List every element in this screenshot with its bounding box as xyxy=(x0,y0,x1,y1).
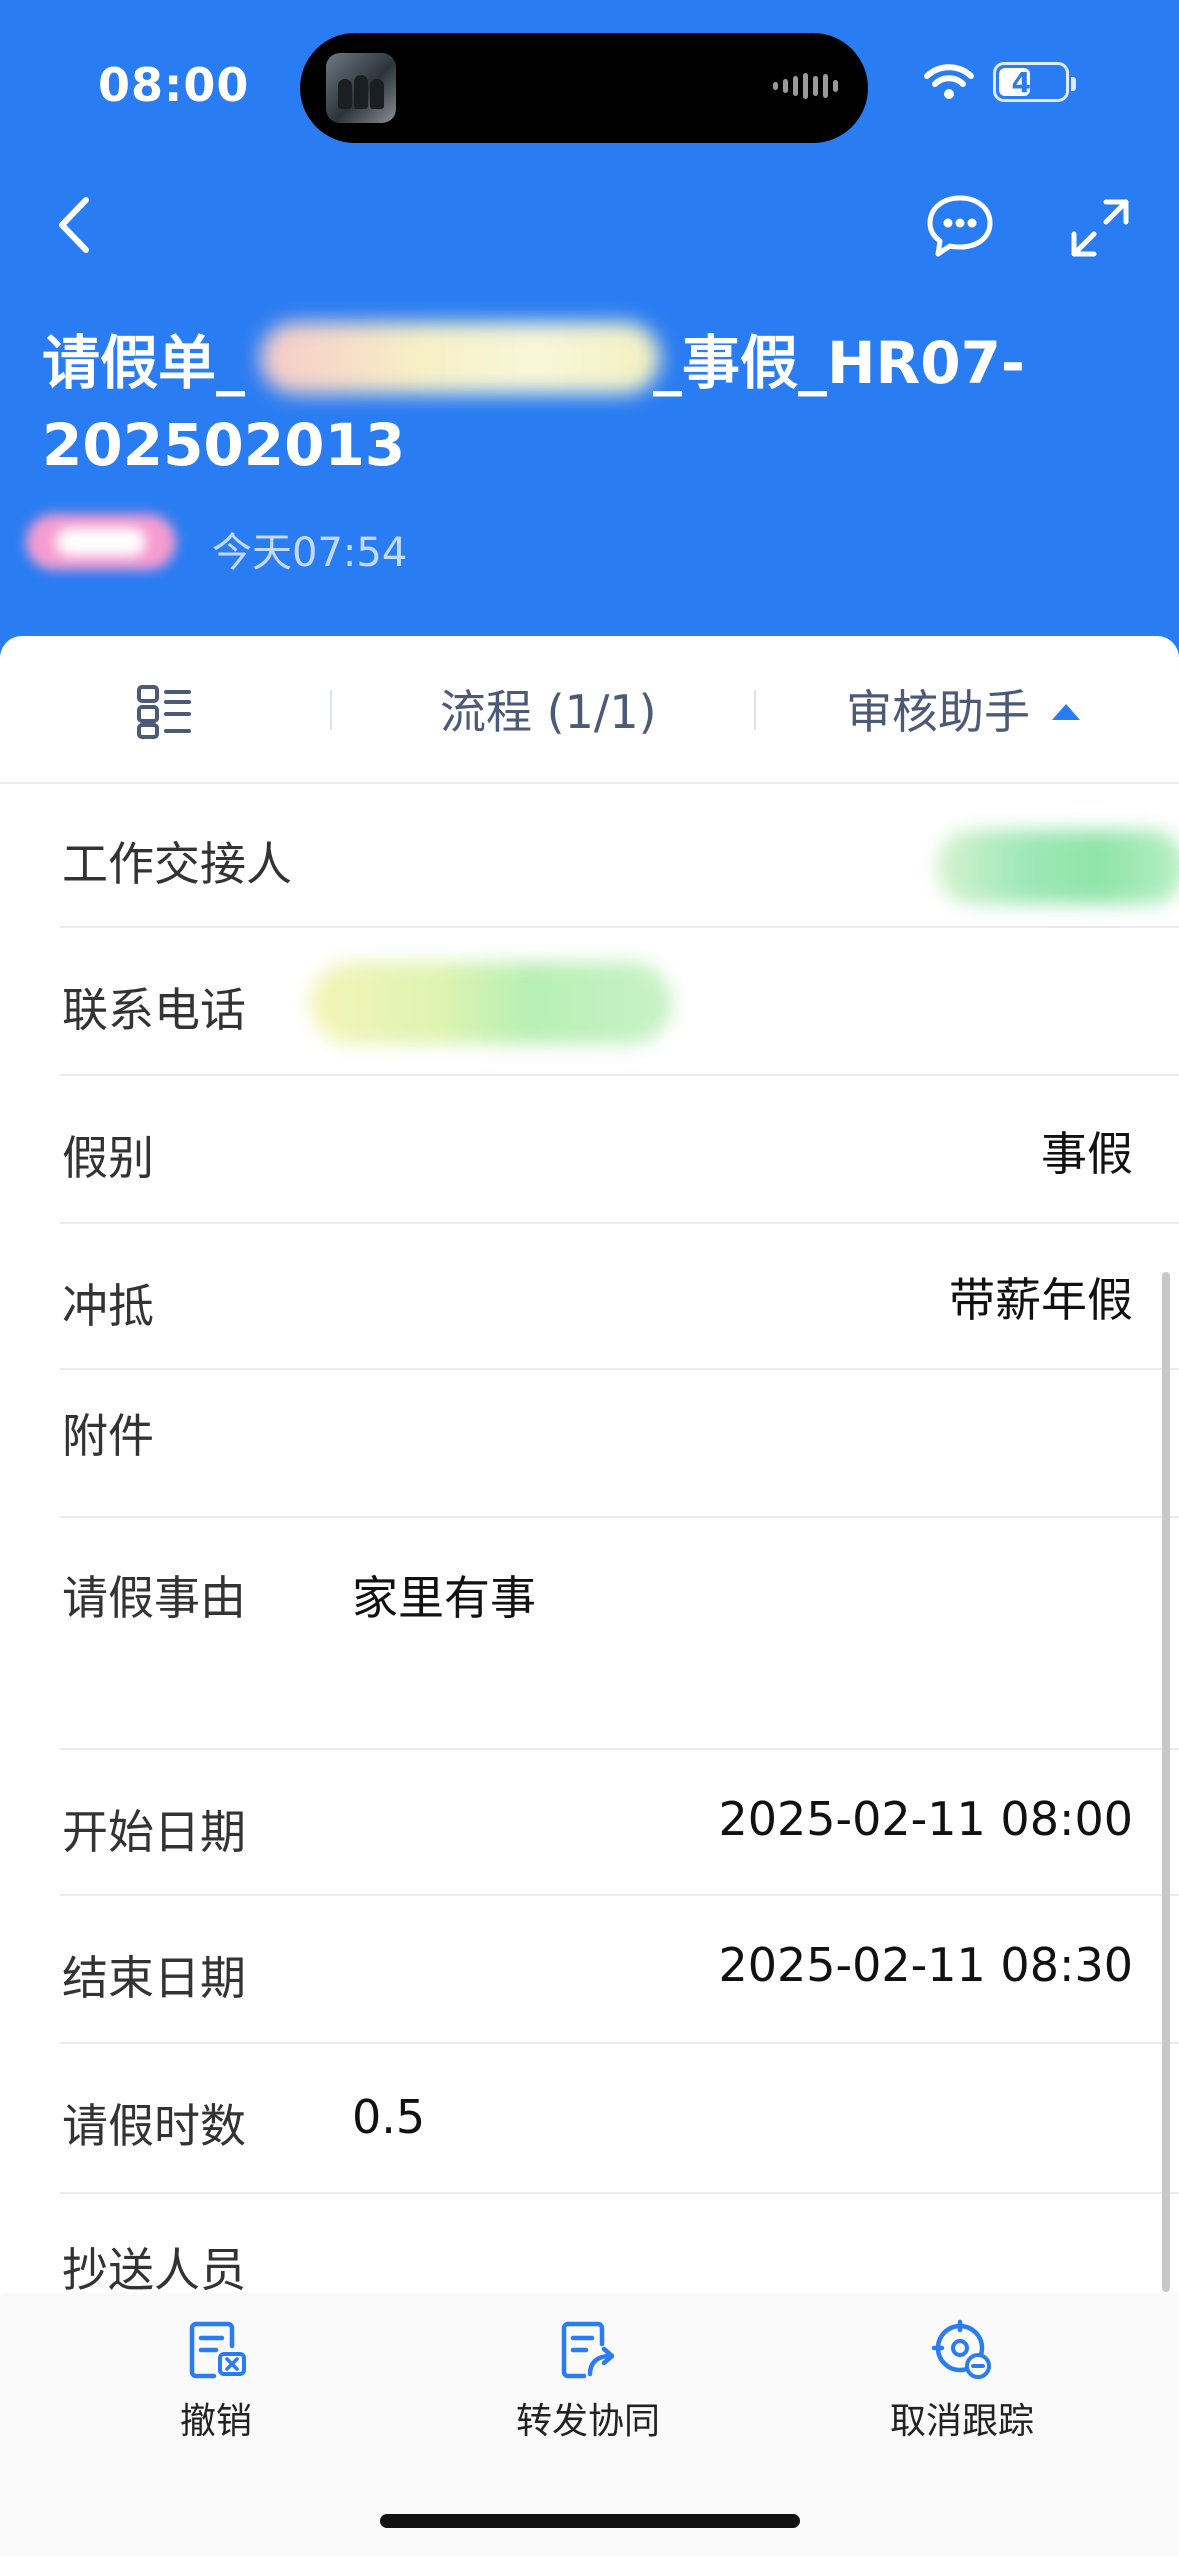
untrack-label: 取消跟踪 xyxy=(889,2401,1034,2442)
field-row-reason: 请假事由 家里有事 xyxy=(0,1518,1179,1750)
title-suffix: _事假_HR07- xyxy=(653,329,1026,397)
field-label: 请假时数 xyxy=(62,2099,246,2153)
field-label: 请假事由 xyxy=(62,1571,246,1625)
detail-sheet: 流程 (1/1) 审核助手 工作交接人 联系电话 假别 事假 冲抵 带薪年假 附… xyxy=(0,636,1179,2556)
field-label: 工作交接人 xyxy=(62,837,292,891)
untrack-button[interactable]: 取消跟踪 xyxy=(842,2318,1082,2444)
battery-percent: 49 xyxy=(1011,65,1051,99)
field-value: 2025-02-11 08:30 xyxy=(718,1938,1133,1992)
home-indicator[interactable] xyxy=(380,2514,800,2528)
status-indicators: 49 xyxy=(923,62,1076,102)
media-thumbnail xyxy=(326,53,396,123)
field-label: 抄送人员 xyxy=(62,2243,246,2297)
redacted-author xyxy=(26,514,176,570)
untrack-icon xyxy=(931,2319,991,2379)
audio-wave-icon xyxy=(773,73,838,99)
timestamp: 今天07:54 xyxy=(212,530,408,576)
back-chevron-icon[interactable] xyxy=(46,190,106,260)
title-line2: 202502013 xyxy=(42,411,406,479)
field-row-hours: 请假时数 0.5 xyxy=(0,2044,1179,2194)
title-prefix: 请假单_ xyxy=(42,329,246,397)
tab-process[interactable]: 流程 (1/1) xyxy=(440,676,657,742)
revoke-label: 撤销 xyxy=(179,2401,252,2442)
dynamic-island[interactable] xyxy=(300,33,868,143)
field-value: 0.5 xyxy=(352,2090,426,2144)
field-value: 带薪年假 xyxy=(949,1273,1133,1327)
forward-label: 转发协同 xyxy=(515,2401,660,2442)
field-row-leave-type: 假别 事假 xyxy=(0,1076,1179,1224)
field-label: 结束日期 xyxy=(62,1951,246,2005)
field-label: 开始日期 xyxy=(62,1805,246,1859)
forward-button[interactable]: 转发协同 xyxy=(468,2318,708,2444)
field-label: 附件 xyxy=(62,1409,154,1463)
redacted-value xyxy=(310,962,672,1044)
caret-up-icon xyxy=(1052,703,1080,720)
status-time: 08:00 xyxy=(98,58,250,112)
field-value: 家里有事 xyxy=(352,1571,536,1625)
field-row-offset: 冲抵 带薪年假 xyxy=(0,1224,1179,1370)
expand-icon[interactable] xyxy=(1068,196,1132,260)
screen: 08:00 49 请假单_ _事假_HR07- 202502013 今天07:5… xyxy=(0,0,1179,2556)
tab-divider xyxy=(754,690,756,730)
scrollbar[interactable] xyxy=(1162,1272,1170,2292)
field-label: 假别 xyxy=(62,1131,154,1185)
redacted-title-segment xyxy=(260,322,660,394)
field-row-end-date: 结束日期 2025-02-11 08:30 xyxy=(0,1896,1179,2044)
revoke-icon xyxy=(189,2321,246,2379)
field-row-phone: 联系电话 xyxy=(0,928,1179,1076)
tab-bar: 流程 (1/1) 审核助手 xyxy=(0,636,1179,784)
tab-divider xyxy=(330,690,332,730)
tab-audit-assistant[interactable]: 审核助手 xyxy=(846,676,1080,742)
revoke-button[interactable]: 撤销 xyxy=(96,2318,336,2444)
field-label: 冲抵 xyxy=(62,1279,154,1333)
field-value: 2025-02-11 08:00 xyxy=(718,1792,1133,1846)
wifi-icon xyxy=(924,64,974,99)
field-row-handover: 工作交接人 xyxy=(0,784,1179,928)
field-row-attachment: 附件 xyxy=(0,1370,1179,1518)
battery-icon: 49 xyxy=(993,62,1076,102)
forward-icon xyxy=(561,2321,615,2379)
header: 08:00 49 请假单_ _事假_HR07- 202502013 今天07:5… xyxy=(0,0,1179,680)
field-row-start-date: 开始日期 2025-02-11 08:00 xyxy=(0,1750,1179,1896)
field-value: 事假 xyxy=(1041,1127,1133,1181)
redacted-value xyxy=(936,830,1179,904)
tab-audit-assistant-label: 审核助手 xyxy=(846,685,1030,739)
form-list-icon[interactable] xyxy=(136,684,192,740)
field-label: 联系电话 xyxy=(62,983,246,1037)
chat-bubble-icon[interactable] xyxy=(926,192,994,260)
